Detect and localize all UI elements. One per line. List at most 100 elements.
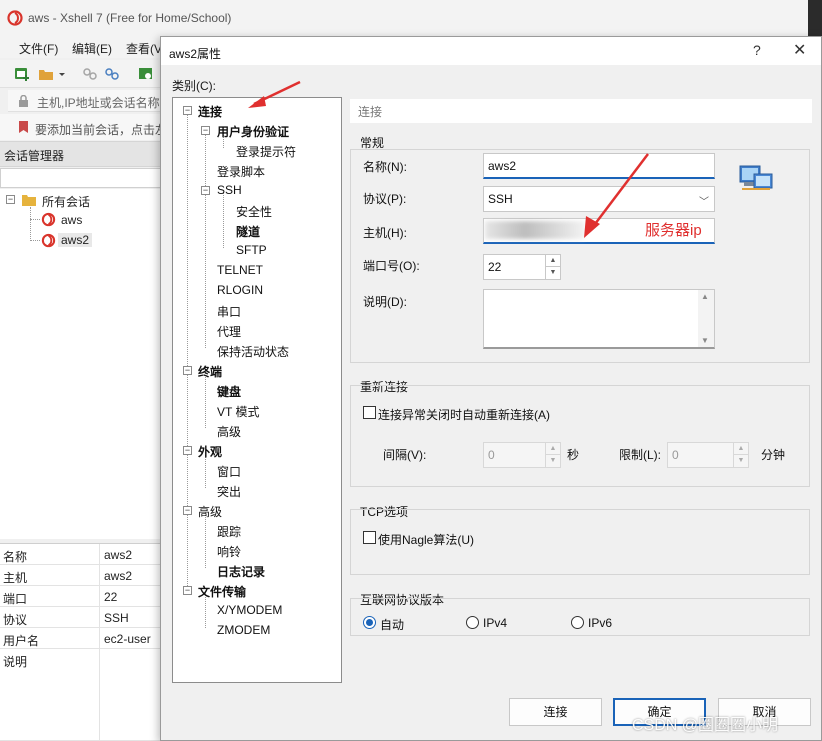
category-advanced[interactable]: 高级 [198, 503, 222, 520]
tree-line [30, 207, 31, 241]
category-telnet[interactable]: TELNET [217, 263, 263, 277]
tree-collapse-toggle[interactable]: − [183, 506, 192, 515]
bookmark-icon [19, 121, 28, 133]
category-zmodem[interactable]: ZMODEM [217, 623, 270, 637]
category-appearance[interactable]: 外观 [198, 443, 222, 460]
close-button[interactable]: ✕ [793, 40, 806, 60]
category-bell[interactable]: 响铃 [217, 543, 241, 560]
prop-key: 说明 [3, 655, 28, 669]
category-auth[interactable]: 用户身份验证 [217, 123, 289, 140]
prop-key: 协议 [3, 613, 28, 627]
spin-buttons: ▲ ▼ [545, 443, 560, 467]
category-security[interactable]: 安全性 [236, 203, 272, 220]
dialog-title: aws2属性 [169, 47, 222, 61]
ipv4-label: IPv4 [483, 616, 508, 630]
category-tree: − 连接 − 用户身份验证 登录提示符 登录脚本 − SSH 安全性 隧道 SF… [172, 97, 342, 683]
tree-collapse-toggle[interactable]: − [6, 195, 15, 204]
ipv6-radio[interactable] [571, 616, 584, 629]
computer-icon [739, 165, 773, 190]
interval-label: 间隔(V): [383, 448, 427, 462]
menu-file[interactable]: 文件(F) [19, 40, 58, 57]
tree-collapse-toggle[interactable]: − [201, 126, 210, 135]
category-xymodem[interactable]: X/YMODEM [217, 603, 282, 617]
category-serial[interactable]: 串口 [217, 303, 241, 320]
chevron-down-icon[interactable] [58, 66, 66, 82]
tree-collapse-toggle[interactable]: − [183, 366, 192, 375]
spin-buttons: ▲ ▼ [733, 443, 748, 467]
session-properties-dialog: aws2属性 ? ✕ 类别(C): − 连接 − 用户身份验证 登录提示符 登录… [160, 36, 822, 741]
tree-all-sessions[interactable]: 所有会话 [42, 193, 90, 210]
link-icon[interactable] [82, 66, 98, 82]
category-trace[interactable]: 跟踪 [217, 523, 241, 540]
category-file-transfer[interactable]: 文件传输 [198, 583, 246, 600]
spin-down-icon[interactable]: ▼ [734, 455, 748, 467]
tree-line [205, 132, 206, 348]
help-button[interactable]: ? [753, 42, 761, 58]
open-folder-icon[interactable] [38, 66, 54, 82]
ipv4-radio[interactable] [466, 616, 479, 629]
connect-button[interactable]: 连接 [509, 698, 602, 726]
tree-collapse-toggle[interactable]: − [201, 186, 210, 195]
category-ssh[interactable]: SSH [217, 183, 242, 197]
tree-line [205, 372, 206, 428]
prop-key: 名称 [3, 550, 28, 564]
nagle-checkbox[interactable] [363, 531, 376, 544]
protocol-value: SSH [488, 192, 513, 206]
category-vt-mode[interactable]: VT 模式 [217, 403, 259, 420]
spin-up-icon[interactable]: ▲ [734, 443, 748, 455]
settings-icon[interactable] [138, 66, 154, 82]
spin-up-icon[interactable]: ▲ [546, 443, 560, 455]
limit-label: 限制(L): [619, 448, 662, 462]
table-row: 说明 [0, 649, 165, 741]
tree-collapse-toggle[interactable]: − [183, 106, 192, 115]
ip-auto-label: 自动 [380, 618, 405, 632]
category-window[interactable]: 窗口 [217, 463, 241, 480]
category-tunnel[interactable]: 隧道 [236, 223, 260, 240]
category-logging[interactable]: 日志记录 [217, 563, 265, 580]
prop-value: ec2-user [104, 632, 151, 646]
category-sftp[interactable]: SFTP [236, 243, 267, 257]
category-rlogin[interactable]: RLOGIN [217, 283, 263, 297]
auto-reconnect-checkbox[interactable] [363, 406, 376, 419]
new-session-icon[interactable] [14, 66, 30, 82]
category-login-script[interactable]: 登录脚本 [217, 163, 265, 180]
category-proxy[interactable]: 代理 [217, 323, 241, 340]
nagle-label: 使用Nagle算法(U) [378, 533, 475, 547]
seconds-label: 秒 [567, 448, 580, 462]
table-row: 用户名 ec2-user [0, 628, 165, 649]
category-login-prompt[interactable]: 登录提示符 [236, 143, 296, 160]
spin-down-icon[interactable]: ▼ [546, 267, 560, 279]
category-terminal[interactable]: 终端 [198, 363, 222, 380]
session-search-input[interactable] [0, 168, 165, 188]
tree-session-aws[interactable]: aws [61, 213, 82, 227]
vertical-scrollbar[interactable]: ▲ ▼ [698, 290, 714, 347]
tree-collapse-toggle[interactable]: − [183, 586, 192, 595]
session-icon [41, 233, 56, 248]
disconnect-icon[interactable] [104, 66, 120, 82]
menu-edit[interactable]: 编辑(E) [72, 40, 112, 57]
spin-up-icon[interactable]: ▲ [546, 255, 560, 267]
category-connection[interactable]: 连接 [198, 103, 222, 120]
category-terminal-advanced[interactable]: 高级 [217, 423, 241, 440]
reconnect-group [350, 385, 810, 487]
category-keyboard[interactable]: 键盘 [217, 383, 241, 400]
table-row: 名称 aws2 [0, 544, 165, 565]
interval-spinner[interactable]: 0 ▲ ▼ [483, 442, 561, 468]
scroll-up-icon[interactable]: ▲ [701, 292, 709, 301]
session-icon [41, 212, 56, 227]
description-textarea[interactable]: ▲ ▼ [483, 289, 715, 349]
table-row: 端口 22 [0, 586, 165, 607]
limit-spinner[interactable]: 0 ▲ ▼ [667, 442, 749, 468]
category-highlight[interactable]: 突出 [217, 483, 241, 500]
address-placeholder: 主机,IP地址或会话名称 [37, 96, 160, 110]
port-spinner[interactable]: 22 ▲ ▼ [483, 254, 561, 280]
category-keepalive[interactable]: 保持活动状态 [217, 343, 289, 360]
ip-auto-radio[interactable] [363, 616, 376, 629]
prop-key: 端口 [3, 592, 28, 606]
tree-collapse-toggle[interactable]: − [183, 446, 192, 455]
spin-down-icon[interactable]: ▼ [546, 455, 560, 467]
scroll-down-icon[interactable]: ▼ [701, 336, 709, 345]
tree-session-aws2[interactable]: aws2 [58, 233, 93, 247]
tree-line [205, 512, 206, 568]
menu-view[interactable]: 查看(V [126, 40, 162, 57]
